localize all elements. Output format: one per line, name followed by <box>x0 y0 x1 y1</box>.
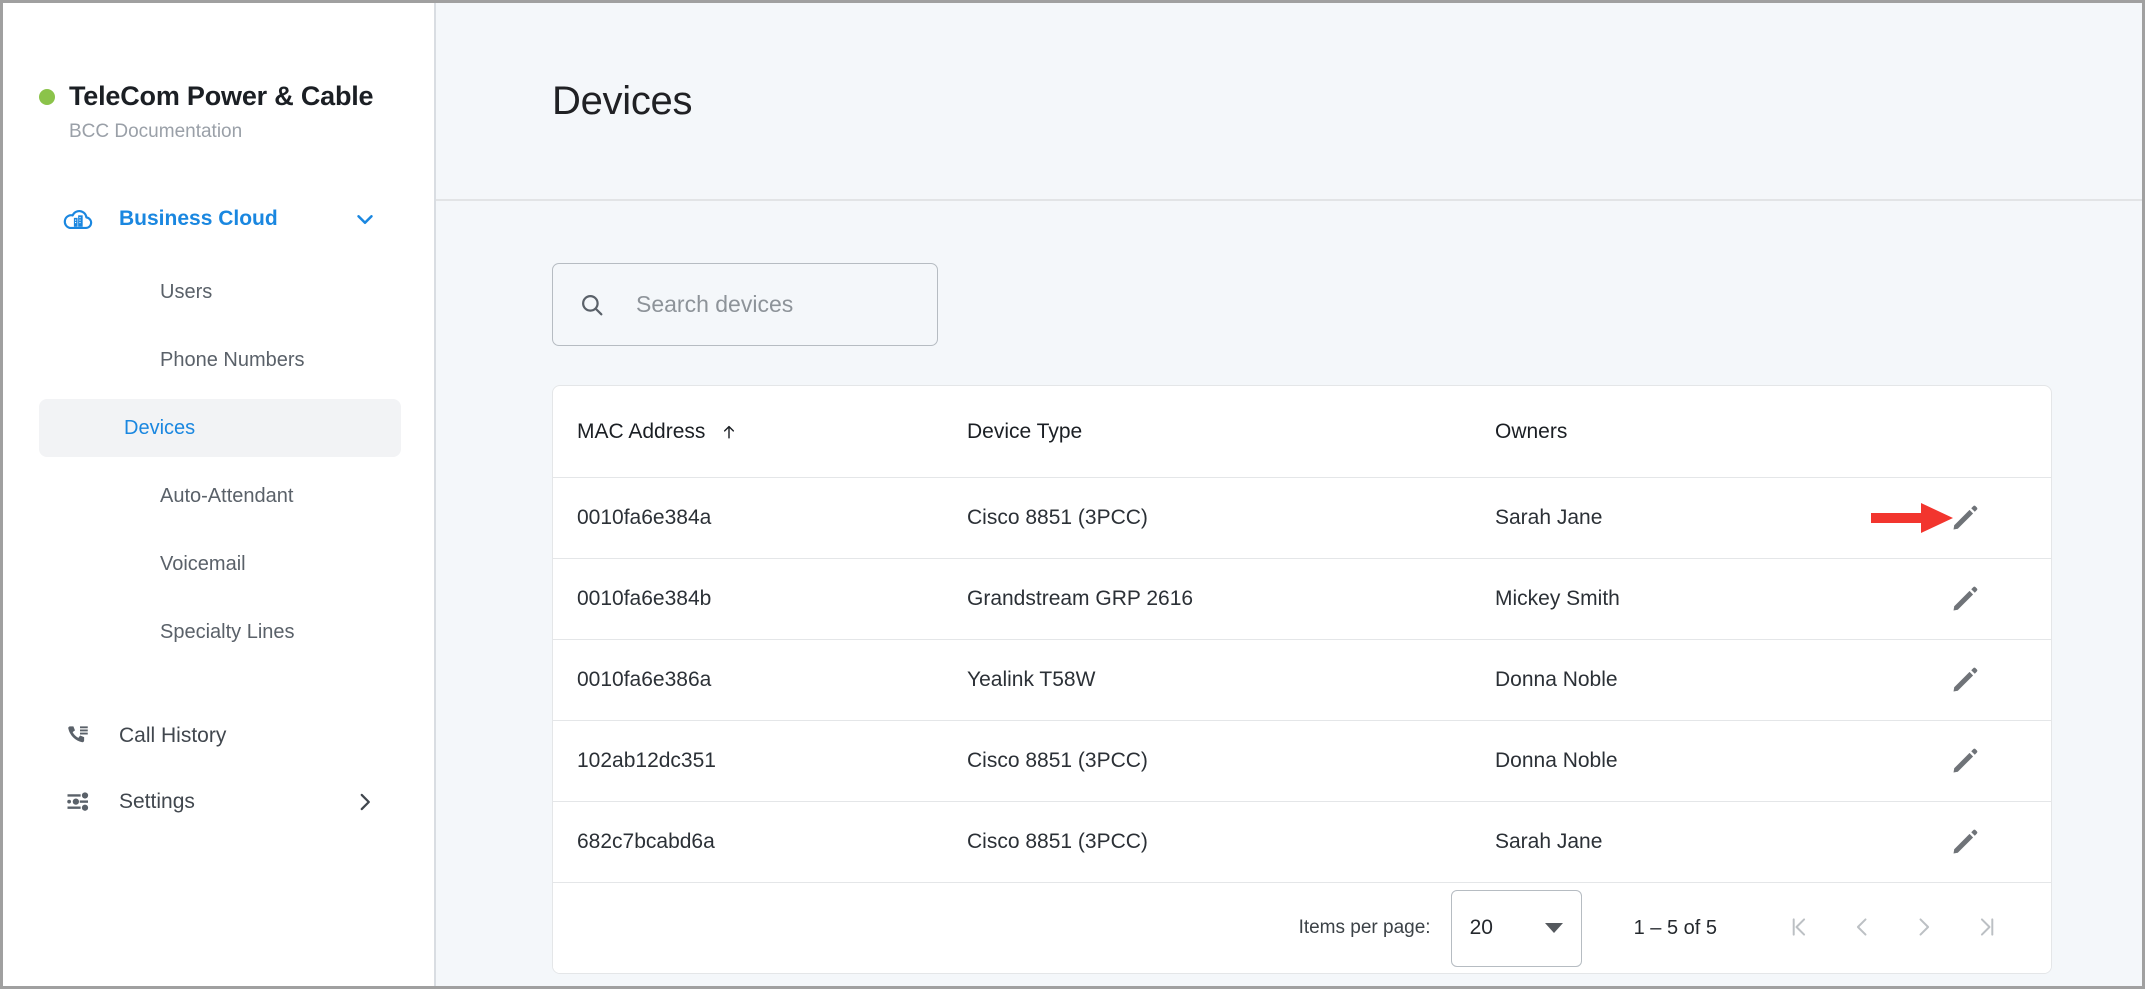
edit-pencil-icon[interactable] <box>1943 658 1987 702</box>
items-per-page-label: Items per page: <box>1298 917 1431 938</box>
tune-sliders-icon <box>61 785 95 819</box>
cell-mac-address: 0010fa6e386a <box>577 668 712 691</box>
sidebar-item-call-history[interactable]: Call History <box>3 703 434 769</box>
cell-actions <box>1875 577 2027 621</box>
cell-owners: Sarah Jane <box>1495 506 1603 529</box>
table-header-row: MAC Address Device Type Owners <box>553 386 2051 478</box>
brand-subtitle: BCC Documentation <box>69 121 243 142</box>
paginator: Items per page: 20 1 – 5 of 5 <box>553 883 2051 973</box>
column-header-mac-address[interactable]: MAC Address <box>577 420 967 444</box>
cell-device-type: Grandstream GRP 2616 <box>967 587 1194 610</box>
search-devices-field[interactable]: Search devices <box>552 263 938 346</box>
sidebar-sub-nav: Users Phone Numbers Devices Auto-Attenda… <box>3 263 434 661</box>
app-window: TeleCom Power & Cable BCC Documentation … <box>0 0 2145 989</box>
chevron-right-icon <box>1910 913 1938 944</box>
cell-mac-address: 102ab12dc351 <box>577 749 716 772</box>
edit-pencil-icon[interactable] <box>1943 739 1987 783</box>
chevron-down-icon[interactable] <box>352 206 378 232</box>
first-page-icon <box>1786 913 1814 944</box>
first-page-button[interactable] <box>1769 897 1831 959</box>
sidebar-item-label: Call History <box>119 724 227 747</box>
sidebar-bottom-nav: Call History Settings <box>3 703 434 835</box>
cell-device-type: Cisco 8851 (3PCC) <box>967 749 1148 772</box>
brand-title: TeleCom Power & Cable <box>69 81 374 111</box>
table-row[interactable]: 0010fa6e386a Yealink T58W Donna Noble <box>553 640 2051 721</box>
sidebar-item-specialty-lines[interactable]: Specialty Lines <box>39 603 401 661</box>
cell-actions <box>1875 739 2027 783</box>
last-page-button[interactable] <box>1955 897 2017 959</box>
table-row[interactable]: 0010fa6e384b Grandstream GRP 2616 Mickey… <box>553 559 2051 640</box>
cell-device-type: Cisco 8851 (3PCC) <box>967 506 1148 529</box>
page-range-label: 1 – 5 of 5 <box>1633 916 1717 939</box>
phone-list-icon <box>61 719 95 753</box>
sidebar-item-label: Settings <box>119 790 195 813</box>
cell-actions <box>1871 496 2027 540</box>
edit-pencil-icon[interactable] <box>1943 496 1987 540</box>
items-per-page-value: 20 <box>1469 916 1493 939</box>
column-header-label: Device Type <box>967 419 1083 443</box>
column-header-device-type[interactable]: Device Type <box>967 420 1495 444</box>
status-dot-icon <box>39 88 55 105</box>
sidebar-item-devices[interactable]: Devices <box>39 399 401 457</box>
cell-owners: Donna Noble <box>1495 749 1618 772</box>
business-cloud-icon <box>61 202 95 236</box>
chevron-down-icon <box>1544 923 1563 933</box>
edit-pencil-icon[interactable] <box>1943 577 1987 621</box>
main-content: Devices Search devices MAC Address Devic… <box>436 3 2142 986</box>
cell-actions <box>1875 820 2027 864</box>
cell-mac-address: 682c7bcabd6a <box>577 830 715 853</box>
column-header-owners[interactable]: Owners <box>1495 420 1875 444</box>
cell-actions <box>1875 658 2027 702</box>
cell-owners: Donna Noble <box>1495 668 1618 691</box>
table-row[interactable]: 102ab12dc351 Cisco 8851 (3PCC) Donna Nob… <box>553 721 2051 802</box>
next-page-button[interactable] <box>1893 897 1955 959</box>
brand-block: TeleCom Power & Cable BCC Documentation <box>3 3 434 143</box>
sidebar-item-voicemail[interactable]: Voicemail <box>39 535 401 593</box>
cell-device-type: Yealink T58W <box>967 668 1096 691</box>
cell-owners: Sarah Jane <box>1495 830 1603 853</box>
items-per-page-select[interactable]: 20 <box>1450 889 1582 967</box>
sidebar-group-label: Business Cloud <box>119 207 278 230</box>
edit-pencil-icon[interactable] <box>1943 820 1987 864</box>
devices-table: MAC Address Device Type Owners 0010fa6e3… <box>552 385 2052 974</box>
sidebar-item-auto-attendant[interactable]: Auto-Attendant <box>39 467 401 525</box>
column-header-label: Owners <box>1495 419 1568 443</box>
last-page-icon <box>1972 913 2000 944</box>
previous-page-button[interactable] <box>1831 897 1893 959</box>
column-header-label: MAC Address <box>577 419 706 443</box>
cell-mac-address: 0010fa6e384a <box>577 506 712 529</box>
page-title: Devices <box>552 78 693 123</box>
search-input-placeholder: Search devices <box>636 291 794 317</box>
cell-device-type: Cisco 8851 (3PCC) <box>967 830 1148 853</box>
sidebar-item-users[interactable]: Users <box>39 263 401 321</box>
sidebar-item-settings[interactable]: Settings <box>3 769 434 835</box>
search-icon <box>577 290 607 320</box>
brand-title-row: TeleCom Power & Cable <box>39 81 434 112</box>
table-row[interactable]: 0010fa6e384a Cisco 8851 (3PCC) Sarah Jan… <box>553 478 2051 559</box>
sidebar-item-phone-numbers[interactable]: Phone Numbers <box>39 331 401 389</box>
page-header: Devices <box>436 3 2142 201</box>
sidebar: TeleCom Power & Cable BCC Documentation … <box>3 3 436 986</box>
sidebar-group-business-cloud[interactable]: Business Cloud <box>3 191 434 247</box>
table-row[interactable]: 682c7bcabd6a Cisco 8851 (3PCC) Sarah Jan… <box>553 802 2051 883</box>
arrow-up-icon <box>719 422 739 442</box>
cell-mac-address: 0010fa6e384b <box>577 587 712 610</box>
cell-owners: Mickey Smith <box>1495 587 1620 610</box>
chevron-right-icon[interactable] <box>352 789 378 815</box>
content-area: Search devices MAC Address Device Type O… <box>436 201 2142 986</box>
chevron-left-icon <box>1848 913 1876 944</box>
